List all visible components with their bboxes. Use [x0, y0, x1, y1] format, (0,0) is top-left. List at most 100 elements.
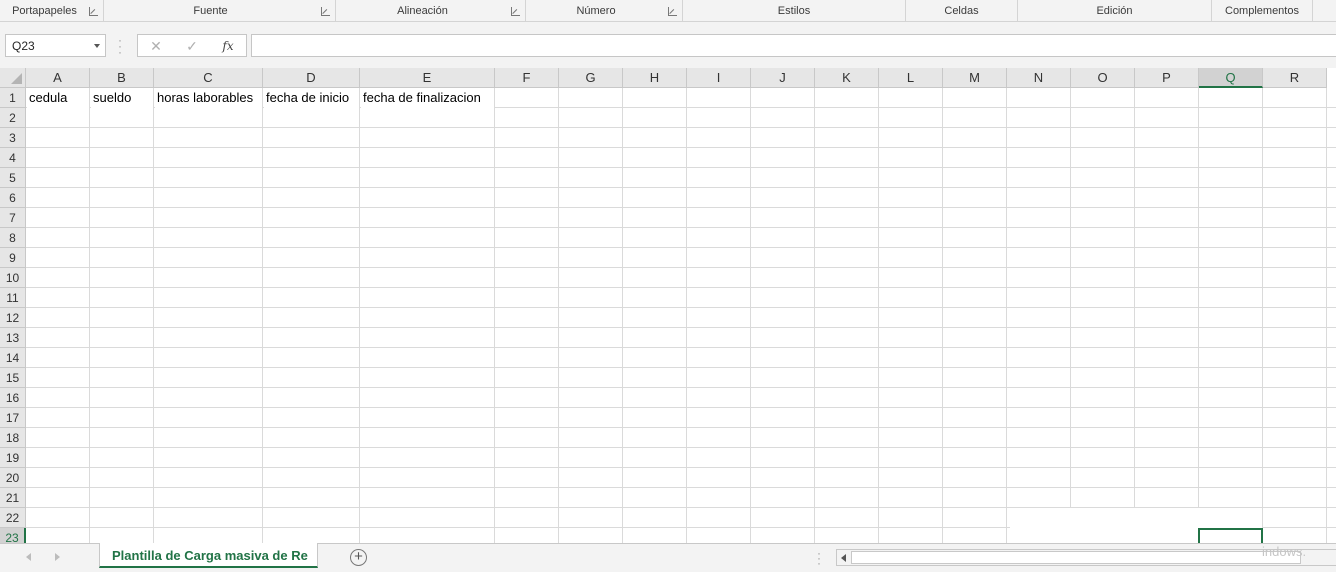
column-header-o[interactable]: O: [1071, 68, 1135, 88]
gridline: [26, 247, 1336, 248]
ribbon-group-complementos: Complementos: [1212, 0, 1313, 22]
cell-c1[interactable]: horas laborables: [155, 88, 262, 108]
sheet-tab-bar: Plantilla de Carga masiva de Re + · · · in…: [0, 543, 1336, 572]
row-header-18[interactable]: 18: [0, 428, 26, 448]
insert-function-icon[interactable]: fx: [218, 37, 238, 55]
column-header-k[interactable]: K: [815, 68, 879, 88]
gridline: [26, 147, 1336, 148]
gridline: [153, 88, 154, 543]
gridline: [1198, 88, 1199, 543]
gridline: [1326, 88, 1327, 543]
row-header-11[interactable]: 11: [0, 288, 26, 308]
row-header-23[interactable]: 23: [0, 528, 26, 543]
row-header-21[interactable]: 21: [0, 488, 26, 508]
column-header-m[interactable]: M: [943, 68, 1007, 88]
formula-buttons: ✕ ✓ fx: [137, 34, 247, 57]
row-header-22[interactable]: 22: [0, 508, 26, 528]
column-header-b[interactable]: B: [90, 68, 154, 88]
row-header-16[interactable]: 16: [0, 388, 26, 408]
column-header-n[interactable]: N: [1007, 68, 1071, 88]
row-header-10[interactable]: 10: [0, 268, 26, 288]
gridline: [622, 88, 623, 543]
column-header-h[interactable]: H: [623, 68, 687, 88]
column-header-j[interactable]: J: [751, 68, 815, 88]
gridline: [26, 167, 1336, 168]
ribbon-group-fuente: Fuente: [104, 0, 336, 22]
select-all-button[interactable]: [0, 68, 26, 88]
worksheet-grid[interactable]: ABCDEFGHIJKLMNOPQR 1 2 3 4 5 6 7 8 9 10 11 12 13 14 15…: [0, 68, 1336, 543]
row-header-3[interactable]: 3: [0, 128, 26, 148]
row-header-7[interactable]: 7: [0, 208, 26, 228]
row-header-5[interactable]: 5: [0, 168, 26, 188]
gridline: [89, 88, 90, 543]
gridline: [878, 88, 879, 543]
column-header-c[interactable]: C: [154, 68, 263, 88]
gridline: [1262, 88, 1263, 543]
column-header-e[interactable]: E: [360, 68, 495, 88]
ribbon-group-label: Complementos: [1225, 5, 1299, 17]
column-header-p[interactable]: P: [1135, 68, 1199, 88]
cell-e1[interactable]: fecha de finalizacion: [361, 88, 494, 108]
gridline: [26, 127, 1336, 128]
cell-b1[interactable]: sueldo: [91, 88, 153, 108]
row-header-13[interactable]: 13: [0, 328, 26, 348]
resize-handle-icon[interactable]: · · ·: [118, 34, 122, 58]
watermark-text: indows.: [1262, 544, 1307, 559]
row-header-14[interactable]: 14: [0, 348, 26, 368]
row-header-19[interactable]: 19: [0, 448, 26, 468]
row-header-6[interactable]: 6: [0, 188, 26, 208]
dialog-launcher-icon[interactable]: [668, 7, 677, 16]
column-header-l[interactable]: L: [879, 68, 943, 88]
gridline: [1134, 88, 1135, 543]
cell-d1[interactable]: fecha de inicio: [264, 88, 359, 108]
column-header-q[interactable]: Q: [1199, 68, 1263, 88]
gridline: [26, 487, 1336, 488]
gridline: [26, 287, 1336, 288]
ribbon-group-edicion: Edición: [1018, 0, 1212, 22]
column-header-d[interactable]: D: [263, 68, 360, 88]
active-cell-q23[interactable]: [1198, 528, 1263, 543]
row-header-8[interactable]: 8: [0, 228, 26, 248]
sheet-tab-active[interactable]: Plantilla de Carga masiva de Re: [99, 543, 318, 568]
chevron-down-icon[interactable]: [94, 44, 100, 48]
sheet-prev-icon[interactable]: [26, 553, 31, 561]
ribbon-group-label: Celdas: [944, 5, 979, 17]
horizontal-scrollbar[interactable]: [836, 549, 1336, 566]
gridline: [26, 407, 1336, 408]
formula-input[interactable]: [251, 34, 1336, 57]
gridline: [558, 88, 559, 543]
gridline: [26, 207, 1336, 208]
row-header-4[interactable]: 4: [0, 148, 26, 168]
gridline: [26, 227, 1336, 228]
row-header-15[interactable]: 15: [0, 368, 26, 388]
gridline: [1070, 88, 1071, 543]
column-header-a[interactable]: A: [26, 68, 90, 88]
gridline: [26, 347, 1336, 348]
cancel-icon[interactable]: ✕: [146, 37, 166, 55]
column-header-g[interactable]: G: [559, 68, 623, 88]
row-header-17[interactable]: 17: [0, 408, 26, 428]
formula-bar: Q23 · · · ✕ ✓ fx: [0, 22, 1336, 68]
sheet-tab-label: Plantilla de Carga masiva de Re: [112, 548, 308, 563]
tab-splitter-handle[interactable]: · · ·: [817, 547, 821, 569]
enter-icon[interactable]: ✓: [182, 37, 202, 55]
gridline: [26, 427, 1336, 428]
column-header-f[interactable]: F: [495, 68, 559, 88]
name-box-value: Q23: [12, 39, 35, 53]
gridline: [26, 307, 1336, 308]
row-header-12[interactable]: 12: [0, 308, 26, 328]
row-header-20[interactable]: 20: [0, 468, 26, 488]
gridline: [262, 88, 263, 543]
sheet-next-icon[interactable]: [55, 553, 60, 561]
add-sheet-icon[interactable]: +: [350, 549, 367, 566]
scroll-thumb[interactable]: [851, 551, 1301, 564]
row-header-9[interactable]: 9: [0, 248, 26, 268]
scroll-left-icon[interactable]: [841, 554, 846, 562]
row-header-2[interactable]: 2: [0, 108, 26, 128]
column-header-r[interactable]: R: [1263, 68, 1327, 88]
row-header-1[interactable]: 1: [0, 88, 26, 108]
cell-a1[interactable]: cedula: [27, 88, 89, 108]
name-box[interactable]: Q23: [5, 34, 106, 57]
column-header-i[interactable]: I: [687, 68, 751, 88]
gridline: [26, 387, 1336, 388]
